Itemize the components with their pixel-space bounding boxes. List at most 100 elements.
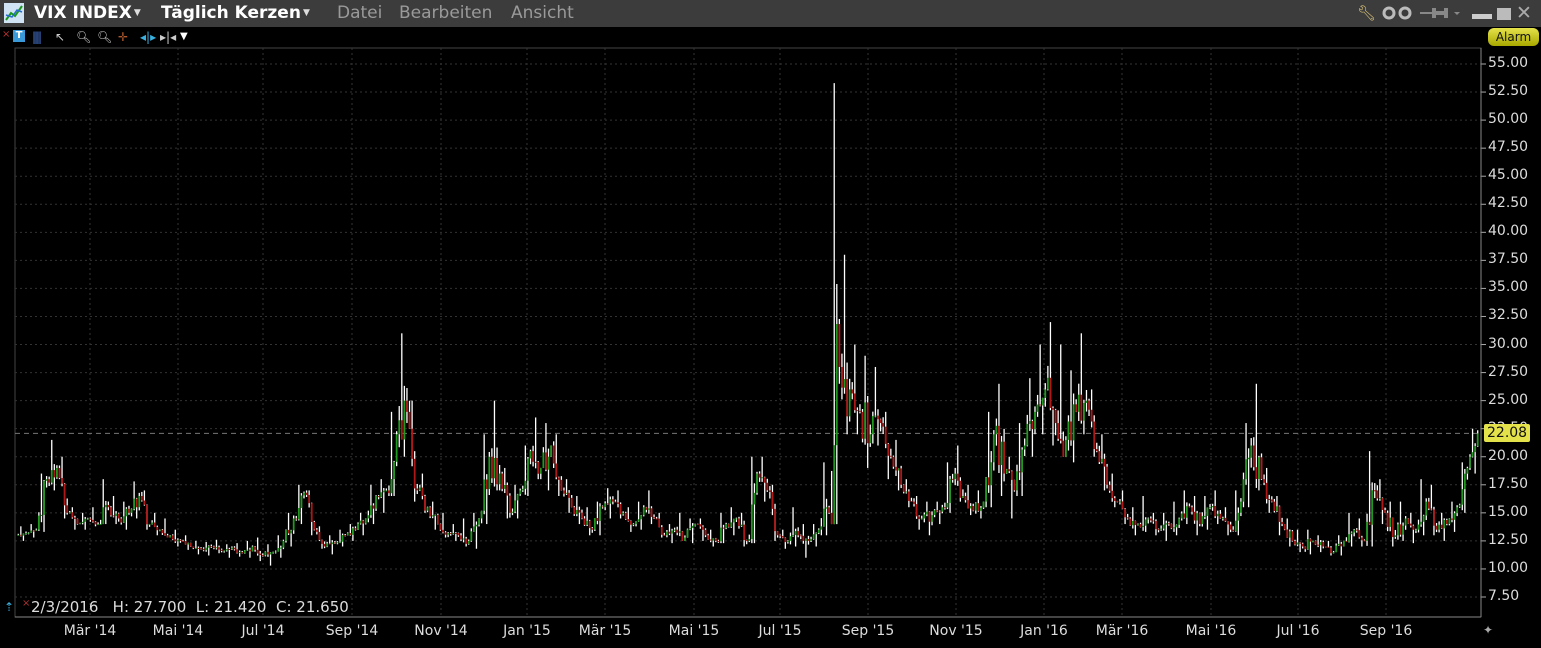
y-tick-label: 7.50 — [1488, 588, 1520, 604]
candle-body — [768, 490, 771, 492]
candle-body — [653, 516, 655, 519]
candle-body — [1420, 521, 1422, 525]
candle-body — [243, 550, 246, 554]
candle-body — [63, 483, 66, 506]
axis-settings-icon[interactable]: ✦ — [1483, 623, 1493, 637]
candle-body — [761, 477, 764, 479]
candle-body — [1144, 519, 1147, 526]
candle-body — [238, 552, 241, 554]
candle-body — [581, 512, 583, 519]
candle-body — [861, 411, 864, 439]
candle-body — [1008, 469, 1011, 472]
candle-body — [1348, 534, 1350, 542]
candle-body — [805, 539, 807, 541]
y-tick-label: 40.00 — [1488, 223, 1529, 240]
candle-body — [853, 393, 856, 411]
candle-body — [627, 519, 630, 521]
candle-body — [213, 546, 215, 549]
candle-body — [575, 509, 578, 515]
candle-body — [295, 518, 298, 520]
candle-body — [1258, 457, 1260, 479]
candle-body — [923, 514, 926, 519]
candle-body — [194, 547, 197, 549]
candle-body — [1384, 509, 1386, 513]
candle-body — [635, 521, 637, 525]
candle-body — [591, 528, 594, 530]
candle-body — [1041, 397, 1044, 406]
candle-body — [1044, 389, 1047, 398]
y-tick-label: 30.00 — [1488, 335, 1529, 352]
candle-body — [766, 482, 769, 491]
candle-body — [1108, 484, 1111, 491]
candle-body — [1046, 377, 1049, 390]
candle-body — [944, 507, 946, 509]
candle-body — [187, 542, 190, 545]
candle-body — [650, 508, 653, 517]
candle-body — [1103, 458, 1106, 467]
candle-body — [1456, 507, 1459, 514]
candle-body — [1229, 524, 1232, 530]
candle-body — [1368, 521, 1371, 525]
candle-body — [1167, 523, 1170, 525]
scroll-handle-icon[interactable]: ⇡ — [4, 600, 14, 614]
candle-body — [1291, 531, 1294, 541]
candle-body — [382, 490, 385, 493]
candle-body — [637, 519, 640, 522]
candle-body — [645, 507, 648, 510]
candle-body — [321, 540, 323, 544]
candle-body — [797, 531, 800, 536]
candle-body — [694, 524, 697, 526]
candle-body — [395, 434, 398, 462]
candle-body — [498, 473, 501, 485]
candle-body — [1016, 471, 1018, 491]
candlestick-chart[interactable] — [0, 0, 1541, 648]
candle-body — [32, 530, 35, 532]
candle-body — [1451, 518, 1453, 520]
candle-body — [1080, 394, 1083, 421]
candle-body — [251, 546, 254, 552]
candle-body — [730, 522, 733, 527]
candle-body — [1417, 524, 1420, 530]
candle-body — [1306, 539, 1309, 550]
candle-body — [277, 548, 280, 552]
candle-body — [1165, 523, 1168, 525]
candle-body — [753, 492, 756, 505]
candle-body — [1082, 402, 1085, 421]
candle-body — [169, 535, 172, 538]
candle-body — [586, 520, 589, 525]
candle-body — [1234, 520, 1237, 531]
candle-body — [980, 507, 982, 511]
candle-body — [1412, 525, 1415, 530]
candle-body — [189, 542, 192, 547]
y-tick-label: 50.00 — [1488, 111, 1529, 128]
candle-body — [1402, 525, 1404, 535]
candle-body — [1330, 547, 1332, 554]
candle-body — [76, 518, 79, 525]
close-info-icon[interactable]: × — [22, 598, 30, 609]
candle-body — [416, 488, 419, 491]
candle-body — [1360, 537, 1363, 541]
candle-body — [920, 518, 923, 520]
candle-body — [1059, 438, 1062, 441]
candle-body — [869, 434, 872, 444]
candle-body — [55, 467, 58, 478]
candle-body — [663, 534, 666, 536]
candle-body — [1018, 471, 1021, 473]
candle-body — [931, 515, 933, 522]
candle-body — [506, 485, 509, 496]
candle-body — [269, 552, 272, 555]
candle-body — [1363, 540, 1366, 542]
candle-body — [732, 518, 735, 523]
candle-body — [370, 505, 372, 516]
candle-body — [1273, 501, 1276, 512]
y-tick-label: 12.50 — [1488, 531, 1529, 548]
candle-body — [357, 523, 359, 530]
candle-body — [424, 495, 426, 511]
candle-body — [406, 400, 408, 412]
candle-body — [1443, 519, 1446, 529]
candle-body — [676, 529, 679, 533]
candle-body — [758, 473, 761, 478]
candle-body — [774, 508, 776, 532]
candle-body — [99, 523, 102, 525]
candle-body — [241, 552, 244, 554]
